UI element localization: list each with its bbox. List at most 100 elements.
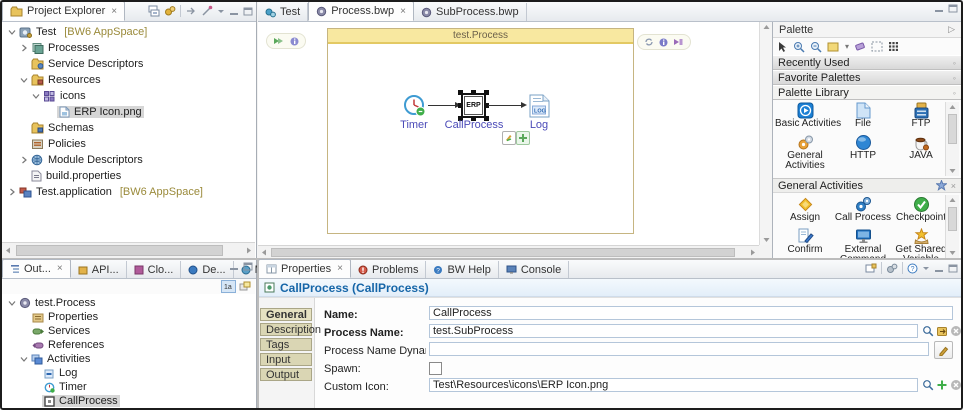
wand-icon[interactable] — [201, 5, 213, 17]
process-canvas[interactable]: test.Process Timer ERP — [258, 22, 759, 245]
process-name-input[interactable] — [429, 324, 918, 338]
close-icon[interactable]: × — [337, 263, 343, 274]
outline-item-timer[interactable]: Timer — [2, 380, 255, 394]
help-icon[interactable]: ? — [907, 263, 918, 274]
sash-vertical[interactable] — [257, 260, 259, 408]
edit-activity-button[interactable] — [502, 131, 516, 145]
activity-callprocess[interactable]: ERP — [461, 93, 486, 118]
scroll-up-icon[interactable] — [946, 102, 959, 113]
selection-handle[interactable] — [484, 90, 489, 95]
tree-item-erp-icon-png[interactable]: ERP Icon.png — [2, 104, 255, 120]
project-explorer-tab[interactable]: Project Explorer × — [2, 1, 125, 21]
tab-test[interactable]: Test — [258, 3, 308, 21]
scroll-down-icon[interactable] — [946, 247, 959, 258]
close-icon[interactable]: × — [951, 181, 956, 191]
side-tab-general[interactable]: General — [260, 308, 312, 321]
zoom-out-icon[interactable] — [810, 41, 822, 53]
close-icon[interactable]: × — [57, 263, 63, 274]
drawer-recently-used[interactable]: Recently Used ◦ — [773, 55, 961, 70]
maximize-icon[interactable] — [243, 7, 253, 16]
sort-icon[interactable]: 1a — [221, 280, 236, 293]
tree-item-policies[interactable]: Policies — [2, 136, 255, 152]
minimize-icon[interactable] — [229, 7, 239, 16]
add-icon[interactable] — [936, 379, 948, 391]
zoom-in-icon[interactable] — [793, 41, 805, 53]
scrollbar-thumb[interactable] — [948, 114, 957, 144]
palette-item-java[interactable]: JAVA — [891, 134, 951, 161]
minimize-icon[interactable] — [934, 264, 944, 273]
canvas-vscrollbar[interactable] — [759, 22, 773, 245]
palette-item-basic-activities[interactable]: Basic Activities — [775, 102, 835, 129]
tree-item-build-properties[interactable]: build.properties — [2, 168, 255, 184]
star-icon[interactable] — [936, 180, 947, 191]
process-title-bar[interactable]: test.Process — [328, 29, 633, 44]
process-name-dynamic-input[interactable] — [429, 342, 929, 356]
link-with-editor-icon[interactable] — [185, 5, 197, 17]
palette-item-checkpoint[interactable]: Checkpoint — [891, 196, 951, 223]
tab-subprocess-bwp[interactable]: SubProcess.bwp — [414, 3, 527, 21]
drawer-favorite-palettes[interactable]: Favorite Palettes ◦ — [773, 70, 961, 85]
drawer-pin-icon[interactable]: ◦ — [953, 58, 956, 68]
drawer-pin-icon[interactable]: ◦ — [953, 73, 956, 83]
palette-item-http[interactable]: HTTP — [833, 134, 893, 161]
scroll-left-icon[interactable] — [2, 245, 15, 256]
side-tab-input[interactable]: Input — [260, 353, 312, 366]
drawer-palette-library[interactable]: Palette Library ◦ — [773, 85, 961, 100]
view-menu-icon[interactable] — [922, 264, 930, 272]
tree-item-resources[interactable]: Resources — [2, 72, 255, 88]
tab-console[interactable]: Console — [499, 261, 569, 278]
outline-item-references[interactable]: References — [2, 338, 255, 352]
scrollbar-thumb[interactable] — [948, 207, 957, 231]
outline-item-test-process[interactable]: test.Process — [2, 296, 255, 310]
chevron-down-icon[interactable] — [6, 28, 17, 36]
tab-properties[interactable]: Properties × — [258, 259, 351, 278]
run-icon[interactable] — [673, 38, 684, 46]
tab-problems[interactable]: Problems — [351, 261, 426, 278]
outline-item-properties[interactable]: Properties — [2, 310, 255, 324]
scrollbar-thumb[interactable] — [16, 245, 223, 256]
circular-arrows-icon[interactable] — [644, 37, 654, 47]
outline-item-services[interactable]: Services — [2, 324, 255, 338]
scroll-up-icon[interactable] — [946, 195, 959, 206]
outline-item-callprocess[interactable]: CallProcess — [2, 394, 255, 408]
chevron-down-icon[interactable] — [30, 92, 41, 100]
side-tab-description[interactable]: Description — [260, 323, 312, 336]
tab-deployment[interactable]: De... — [181, 261, 233, 278]
search-icon[interactable] — [922, 325, 934, 337]
palette-item-ftp[interactable]: FTP — [891, 102, 951, 129]
process-box[interactable]: test.Process — [327, 28, 634, 234]
section-general-activities-header[interactable]: General Activities × — [773, 178, 961, 193]
chevron-right-icon[interactable] — [18, 156, 29, 164]
maximize-icon[interactable] — [243, 262, 253, 271]
custom-icon-input[interactable] — [429, 378, 918, 392]
chevron-right-icon[interactable] — [6, 188, 17, 196]
revert-icon[interactable] — [936, 325, 948, 337]
selection-handle[interactable] — [471, 90, 476, 95]
tree-item-test-module[interactable]: Test[BW6 AppSpace] — [2, 24, 255, 40]
chevron-down-icon[interactable] — [18, 76, 29, 84]
spawn-checkbox[interactable] — [429, 362, 442, 375]
tree-item-test-application[interactable]: Test.application[BW6 AppSpace] — [2, 184, 255, 200]
selection-handle[interactable] — [458, 103, 463, 108]
tab-process-bwp[interactable]: Process.bwp × — [308, 1, 414, 21]
selection-handle[interactable] — [458, 90, 463, 95]
chevron-down-icon[interactable] — [6, 299, 17, 307]
tree-item-processes[interactable]: Processes — [2, 40, 255, 56]
view-menu-icon[interactable] — [217, 7, 225, 15]
chevron-down-icon[interactable]: ▾ — [845, 42, 849, 51]
close-icon[interactable]: × — [400, 6, 406, 17]
minimize-icon[interactable] — [934, 4, 944, 13]
eraser-icon[interactable] — [854, 41, 866, 52]
scroll-left-icon[interactable] — [258, 247, 271, 258]
tree-item-service-descriptors[interactable]: Service Descriptors — [2, 56, 255, 72]
tab-bw-help[interactable]: ? BW Help — [426, 261, 498, 278]
drawer-pin-icon[interactable]: ◦ — [953, 88, 956, 98]
add-activity-button[interactable] — [516, 131, 530, 145]
name-input[interactable] — [429, 306, 953, 320]
activity-timer[interactable] — [403, 94, 427, 118]
note-icon[interactable] — [827, 41, 840, 52]
horizontal-scrollbar[interactable] — [2, 242, 255, 258]
activity-log[interactable]: LOG — [529, 94, 550, 118]
play-icon[interactable] — [273, 37, 285, 45]
chevron-down-icon[interactable] — [18, 355, 29, 363]
